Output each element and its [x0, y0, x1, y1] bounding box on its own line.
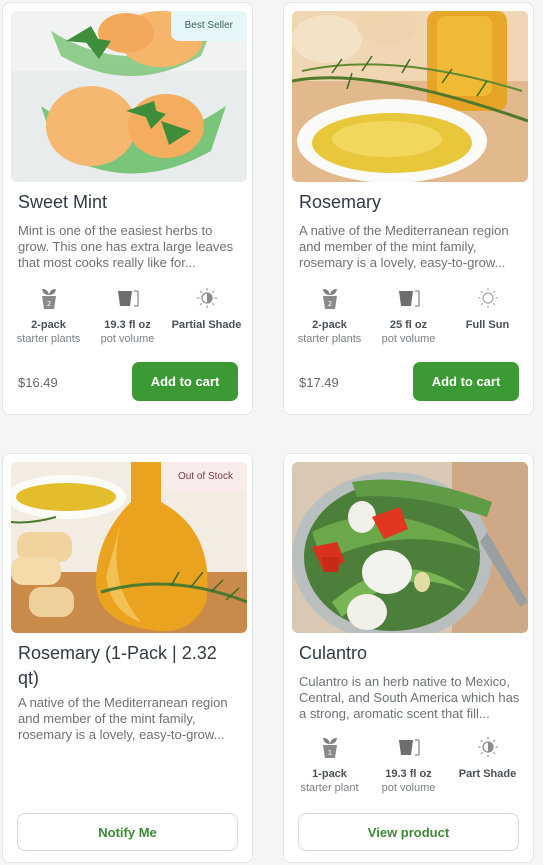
spec-volume: 25 fl oz pot volume: [369, 285, 448, 345]
product-image[interactable]: Best Seller: [11, 11, 247, 182]
pot-plant-icon: 2: [9, 285, 88, 311]
spec-unit: starter plants: [16, 333, 81, 345]
product-title[interactable]: Rosemary: [299, 190, 521, 215]
out-of-stock-badge: Out of Stock: [163, 462, 247, 492]
spec-light: Full Sun: [448, 285, 527, 345]
product-price: $17.49: [299, 375, 339, 390]
product-description: Culantro is an herb native to Mexico, Ce…: [299, 674, 520, 721]
spec-value: 2-pack: [312, 319, 347, 331]
product-card[interactable]: Out of Stock Rosemary (1-Pack | 2.32 qt)…: [2, 453, 253, 863]
best-seller-badge: Best Seller: [170, 11, 247, 41]
spec-unit: pot volume: [381, 333, 436, 345]
notify-me-button[interactable]: Notify Me: [17, 813, 238, 851]
spec-unit: starter plants: [297, 333, 362, 345]
pack-count: 2: [327, 300, 331, 308]
part-shade-icon: [448, 734, 527, 760]
add-to-cart-button[interactable]: Add to cart: [413, 362, 519, 401]
pot-volume-icon: [88, 285, 167, 311]
pot-volume-icon: [369, 285, 448, 311]
product-image[interactable]: Out of Stock: [11, 462, 247, 633]
spec-value: Part Shade: [458, 768, 517, 780]
spec-pack: 1 1-pack starter plant: [290, 734, 369, 794]
product-image[interactable]: [292, 462, 528, 633]
pot-plant-icon: 1: [290, 734, 369, 760]
spec-light: Part Shade: [448, 734, 527, 794]
product-card[interactable]: Rosemary A native of the Mediterranean r…: [283, 2, 534, 415]
product-card[interactable]: Culantro Culantro is an herb native to M…: [283, 453, 534, 863]
spec-unit: pot volume: [381, 782, 436, 794]
spec-volume: 19.3 fl oz pot volume: [369, 734, 448, 794]
spec-light: Partial Shade: [167, 285, 246, 345]
pot-volume-icon: [369, 734, 448, 760]
product-title[interactable]: Rosemary (1-Pack | 2.32 qt): [18, 641, 240, 691]
product-price: $16.49: [18, 375, 58, 390]
spec-value: 19.3 fl oz: [385, 768, 432, 780]
spec-unit: pot volume: [100, 333, 155, 345]
pack-count: 2: [46, 300, 50, 308]
product-description: A native of the Mediterranean region and…: [18, 695, 228, 742]
product-specs: 2 2-pack starter plants 19.3 fl oz pot v…: [9, 285, 246, 345]
spec-value: Partial Shade: [171, 319, 242, 331]
product-image[interactable]: [292, 11, 528, 182]
product-title[interactable]: Culantro: [299, 641, 521, 666]
spec-volume: 19.3 fl oz pot volume: [88, 285, 167, 345]
view-product-button[interactable]: View product: [298, 813, 519, 851]
spec-unit: starter plant: [300, 782, 359, 794]
pack-count: 1: [327, 749, 331, 757]
full-sun-icon: [448, 285, 527, 311]
spec-value: 25 fl oz: [389, 319, 428, 331]
product-description: Mint is one of the easiest herbs to grow…: [18, 223, 234, 270]
spec-value: Full Sun: [465, 319, 510, 331]
product-specs: 1 1-pack starter plant 19.3 fl oz pot vo…: [290, 734, 527, 794]
spec-pack: 2 2-pack starter plants: [9, 285, 88, 345]
partial-shade-icon: [167, 285, 246, 311]
pot-plant-icon: 2: [290, 285, 369, 311]
spec-pack: 2 2-pack starter plants: [290, 285, 369, 345]
spec-value: 2-pack: [31, 319, 66, 331]
product-specs: 2 2-pack starter plants 25 fl oz pot vol…: [290, 285, 527, 345]
product-title[interactable]: Sweet Mint: [18, 190, 240, 215]
product-card[interactable]: Best Seller Sweet Mint Mint is one of th…: [2, 2, 253, 415]
add-to-cart-button[interactable]: Add to cart: [132, 362, 238, 401]
product-description: A native of the Mediterranean region and…: [299, 223, 509, 270]
spec-value: 1-pack: [312, 768, 347, 780]
spec-value: 19.3 fl oz: [104, 319, 151, 331]
